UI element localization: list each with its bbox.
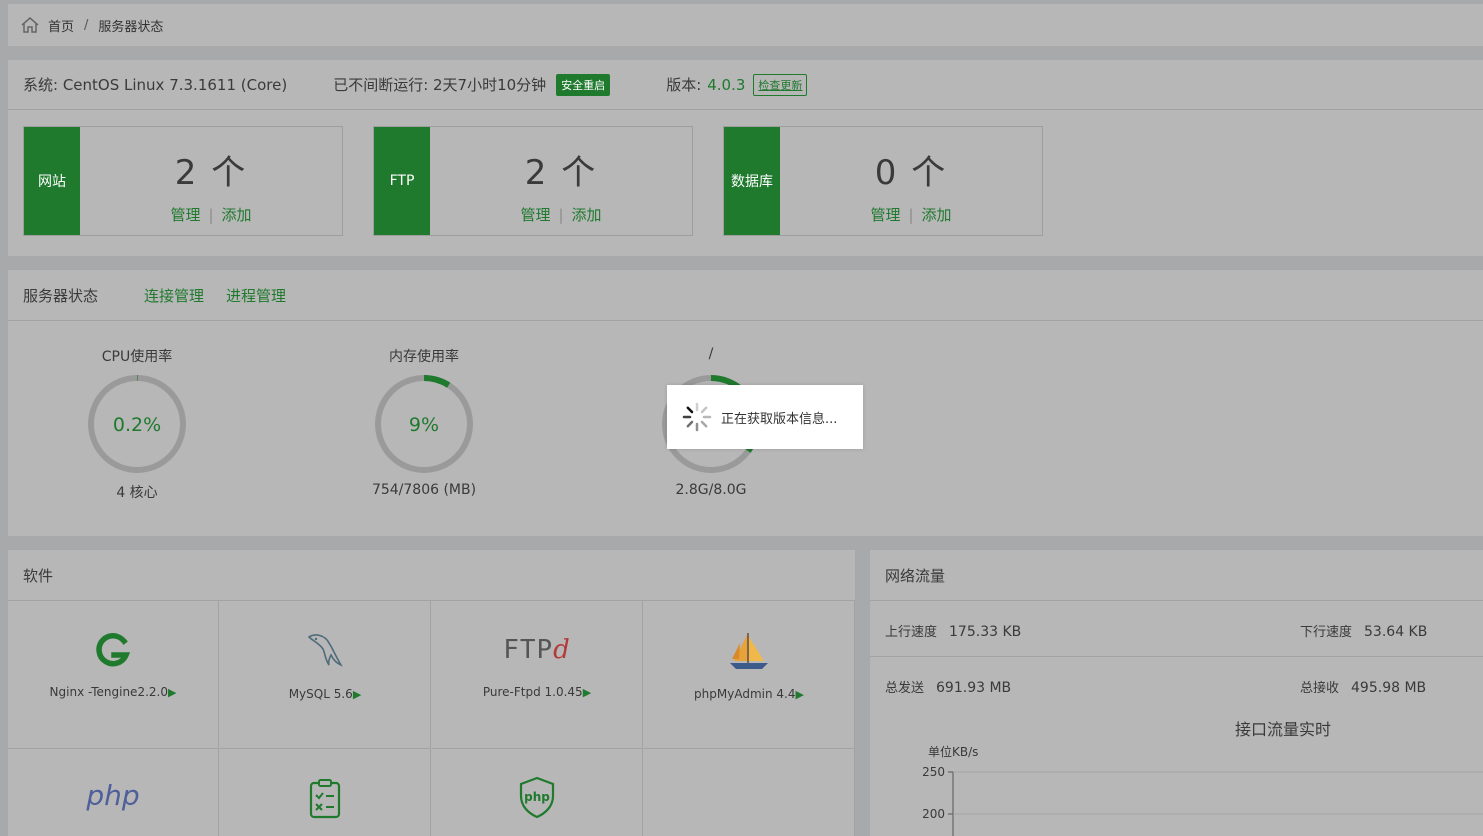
website-card-tag: 网站	[24, 127, 80, 235]
expand-arrow-icon: ▶	[167, 686, 177, 699]
expand-arrow-icon: ▶	[582, 686, 592, 699]
software-name-pureftpd: Pure-Ftpd 1.0.45	[482, 685, 583, 699]
breadcrumb-separator: /	[84, 17, 89, 33]
y-tick-250: 250	[922, 765, 945, 779]
link-separator: |	[208, 206, 214, 224]
software-item-php-guard[interactable]: php	[432, 749, 643, 836]
clipboard-icon	[309, 779, 341, 819]
expand-arrow-icon: ▶	[352, 688, 362, 701]
software-item-php[interactable]: php	[8, 749, 219, 836]
version-value: 4.0.3	[707, 75, 746, 94]
software-title: 软件	[23, 566, 54, 585]
ftp-card-tag: FTP	[374, 127, 430, 235]
upload-speed-label: 上行速度	[885, 625, 938, 640]
home-icon[interactable]	[20, 16, 40, 34]
upload-speed-value: 175.33 KB	[949, 624, 1022, 640]
website-card: 网站 2 个 管理 | 添加	[23, 126, 343, 236]
php-icon: php	[86, 779, 139, 812]
version-label: 版本:	[666, 76, 702, 94]
expand-arrow-icon: ▶	[795, 688, 804, 701]
network-panel: 网络流量 上行速度 175.33 KB 下行速度 53.64 KB 总发送 691.9…	[870, 550, 1483, 836]
software-name-phpmyadmin: phpMyAdmin 4.4	[694, 687, 796, 701]
ftp-card: FTP 2 个 管理 | 添加	[373, 126, 693, 236]
loading-toast: 正在获取版本信息...	[667, 385, 863, 449]
database-manage-link[interactable]: 管理	[870, 206, 900, 224]
ftp-count: 2 个	[524, 153, 598, 193]
loading-text: 正在获取版本信息...	[721, 411, 838, 427]
total-sent-label: 总发送	[885, 681, 925, 696]
mysql-icon	[307, 634, 343, 667]
disk-gauge-label: /	[708, 346, 714, 362]
memory-gauge-sub: 754/7806 (MB)	[371, 482, 477, 498]
download-speed-label: 下行速度	[1300, 625, 1353, 640]
php-shield-icon: php	[519, 776, 555, 819]
nginx-icon	[96, 632, 131, 667]
disk-gauge-sub: 2.8G/8.0G	[675, 482, 747, 498]
server-status-title: 服务器状态	[23, 286, 99, 305]
database-count: 0 个	[874, 153, 948, 193]
link-separator: |	[558, 206, 564, 224]
safe-restart-button[interactable]: 安全重启	[556, 73, 611, 96]
breadcrumb-home[interactable]: 首页	[48, 16, 74, 35]
breadcrumb-current: 服务器状态	[98, 19, 164, 35]
traffic-chart: 250 200	[922, 765, 1483, 836]
memory-ring: 9%	[375, 375, 473, 473]
database-card-tag: 数据库	[724, 127, 780, 235]
php-shield-text: php	[524, 790, 550, 804]
network-title: 网络流量	[885, 566, 946, 585]
connection-manage-link[interactable]: 连接管理	[144, 285, 204, 306]
cpu-gauge[interactable]: CPU使用率 0.2% 4 核心	[67, 346, 207, 502]
total-received-label: 总接收	[1300, 681, 1340, 696]
software-name-nginx: Nginx -Tengine2.2.0	[49, 685, 168, 699]
cpu-gauge-sub: 4 核心	[116, 485, 158, 501]
website-count: 2 个	[174, 153, 248, 193]
php-logo-text: php	[86, 779, 140, 812]
software-panel: 软件 Nginx -Tengine2.2.0▶ MySQL 5.6▶ FTPd …	[8, 550, 855, 836]
system-info-row: 系统: CentOS Linux 7.3.1611 (Core) 已不间断运行:…	[8, 60, 1483, 110]
system-panel: 系统: CentOS Linux 7.3.1611 (Core) 已不间断运行:…	[8, 60, 1483, 256]
link-separator: |	[908, 206, 914, 224]
software-item-pureftpd[interactable]: FTPd Pure-Ftpd 1.0.45▶	[432, 601, 643, 749]
memory-gauge-value: 9%	[409, 414, 439, 436]
software-item-empty	[644, 749, 855, 836]
cpu-gauge-value: 0.2%	[113, 414, 161, 436]
ftpd-logo-text: FTP	[503, 635, 554, 665]
database-card: 数据库 0 个 管理 | 添加	[723, 126, 1043, 236]
network-speed-row: 上行速度 175.33 KB 下行速度 53.64 KB	[870, 601, 1483, 657]
network-total-row: 总发送 691.93 MB 总接收 495.98 MB	[870, 657, 1483, 713]
software-item-clipboard[interactable]	[220, 749, 431, 836]
software-name-mysql: MySQL 5.6	[288, 687, 353, 701]
software-item-mysql[interactable]: MySQL 5.6▶	[220, 601, 431, 749]
website-add-link[interactable]: 添加	[222, 206, 252, 224]
y-tick-200: 200	[922, 807, 945, 821]
database-add-link[interactable]: 添加	[922, 206, 952, 224]
memory-gauge-label: 内存使用率	[389, 349, 459, 365]
traffic-chart-unit: 单位KB/s	[928, 745, 979, 759]
phpmyadmin-icon	[730, 633, 768, 669]
os-info: 系统: CentOS Linux 7.3.1611 (Core)	[23, 76, 288, 94]
download-speed-value: 53.64 KB	[1364, 624, 1428, 640]
check-update-button[interactable]: 检查更新	[753, 73, 808, 96]
traffic-chart-title: 接口流量实时	[1235, 720, 1332, 739]
spinner-icon	[682, 402, 712, 432]
software-item-phpmyadmin[interactable]: phpMyAdmin 4.4▶	[644, 601, 855, 749]
cpu-gauge-label: CPU使用率	[101, 349, 173, 365]
ftpd-icon: FTPd	[503, 635, 571, 671]
process-manage-link[interactable]: 进程管理	[226, 285, 286, 306]
ftp-manage-link[interactable]: 管理	[520, 206, 550, 224]
uptime-info: 已不间断运行: 2天7小时10分钟	[333, 76, 547, 94]
total-received-value: 495.98 MB	[1351, 680, 1427, 696]
memory-gauge[interactable]: 内存使用率 9% 754/7806 (MB)	[354, 346, 494, 498]
ftp-add-link[interactable]: 添加	[572, 206, 602, 224]
ftpd-logo-d: d	[553, 635, 571, 665]
website-manage-link[interactable]: 管理	[170, 206, 200, 224]
breadcrumb: 首页 / 服务器状态	[8, 4, 1483, 46]
cpu-ring: 0.2%	[88, 375, 186, 473]
software-item-nginx[interactable]: Nginx -Tengine2.2.0▶	[8, 601, 219, 749]
total-sent-value: 691.93 MB	[936, 680, 1012, 696]
